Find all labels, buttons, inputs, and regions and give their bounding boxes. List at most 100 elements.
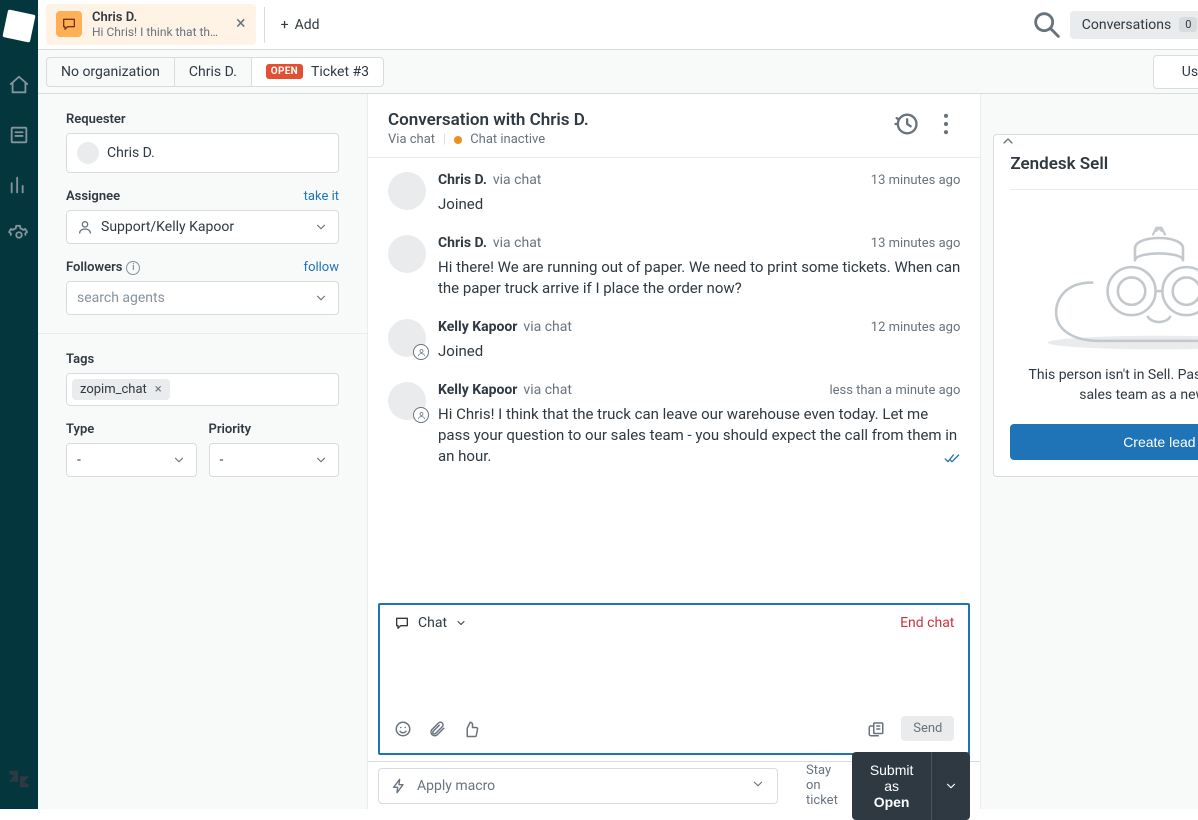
apps-panel: Zendesk Sell bbox=[981, 94, 1198, 809]
create-lead-button[interactable]: Create lead bbox=[1010, 424, 1198, 460]
tags-input[interactable]: zopim_chat × bbox=[66, 373, 339, 406]
message: Kelly Kapoor via chat less than a minute a… bbox=[388, 382, 960, 471]
chevron-down-icon bbox=[314, 453, 328, 467]
conversation-panel: Conversation with Chris D. Via chat | Ch… bbox=[368, 94, 981, 809]
status-dot-icon bbox=[454, 136, 462, 144]
message-time: 12 minutes ago bbox=[871, 320, 961, 335]
requester-input[interactable]: Chris D. bbox=[66, 133, 339, 173]
reporting-icon[interactable] bbox=[0, 166, 38, 204]
breadcrumb: No organization Chris D. OPEN Ticket #3 … bbox=[38, 50, 1198, 94]
chevron-down-icon bbox=[455, 617, 467, 629]
message-time: 13 minutes ago bbox=[871, 173, 961, 188]
submit-button-group: Submit as Open bbox=[852, 752, 971, 820]
message-text: Hi there! We are running out of paper. W… bbox=[438, 257, 960, 299]
zendesk-logo[interactable] bbox=[2, 9, 35, 42]
ticket-fields-panel: Requester Chris D. Assignee take it bbox=[38, 94, 368, 809]
take-it-link[interactable]: take it bbox=[304, 189, 339, 204]
followers-input[interactable]: search agents bbox=[66, 281, 339, 315]
chevron-down-icon bbox=[314, 291, 328, 305]
message-channel: via chat bbox=[523, 319, 572, 335]
reply-mode-select[interactable]: Chat bbox=[394, 615, 467, 631]
conversations-button[interactable]: Conversations 0 bbox=[1070, 11, 1198, 39]
toggle-user[interactable]: User bbox=[1154, 56, 1198, 88]
end-chat-button[interactable]: End chat bbox=[900, 615, 954, 631]
via-label: Via chat bbox=[388, 132, 435, 147]
message-channel: via chat bbox=[523, 382, 572, 398]
avatar bbox=[388, 235, 426, 273]
sell-title: Zendesk Sell bbox=[1010, 154, 1108, 174]
avatar bbox=[388, 319, 426, 357]
tag-remove-icon[interactable]: × bbox=[149, 382, 168, 397]
chat-icon bbox=[394, 615, 410, 631]
submit-button[interactable]: Submit as Open bbox=[852, 752, 932, 820]
tags-label: Tags bbox=[66, 352, 94, 367]
attachment-icon[interactable] bbox=[428, 720, 446, 738]
close-icon[interactable]: × bbox=[236, 15, 246, 33]
message: Kelly Kapoor via chat 12 minutes ago Joined bbox=[388, 319, 960, 362]
message: Chris D. via chat 13 minutes ago Hi there! … bbox=[388, 235, 960, 299]
apply-macro-button[interactable]: Apply macro bbox=[378, 768, 778, 804]
avatar bbox=[388, 382, 426, 420]
emoji-icon[interactable] bbox=[394, 720, 412, 738]
message-text: Hi Chris! I think that the truck can lea… bbox=[438, 404, 960, 467]
stay-on-ticket[interactable]: Stay on ticket bbox=[806, 763, 838, 808]
type-label: Type bbox=[66, 422, 94, 437]
message-text: Joined bbox=[438, 341, 960, 362]
breadcrumb-org[interactable]: No organization bbox=[46, 57, 174, 87]
thumbs-up-icon[interactable] bbox=[462, 720, 480, 738]
conversation-title: Conversation with Chris D. bbox=[388, 110, 589, 130]
message-author: Kelly Kapoor bbox=[438, 319, 517, 335]
info-icon[interactable]: i bbox=[126, 261, 140, 275]
add-tab-button[interactable]: + Add bbox=[267, 11, 334, 39]
breadcrumb-user[interactable]: Chris D. bbox=[174, 57, 251, 87]
views-icon[interactable] bbox=[0, 116, 38, 154]
message-author: Chris D. bbox=[438, 235, 487, 251]
avatar-icon bbox=[77, 142, 99, 164]
assignee-select[interactable]: Support/Kelly Kapoor bbox=[66, 210, 339, 244]
sell-illustration bbox=[1010, 190, 1198, 365]
message-time: less than a minute ago bbox=[829, 383, 960, 398]
knowledge-capture-icon[interactable] bbox=[867, 720, 885, 738]
sell-message: This person isn't in Sell. Pass them to … bbox=[1010, 365, 1198, 424]
home-icon[interactable] bbox=[0, 66, 38, 104]
chevron-down-icon bbox=[751, 777, 765, 791]
chat-icon bbox=[56, 11, 82, 37]
history-icon[interactable] bbox=[892, 110, 920, 138]
message-author: Kelly Kapoor bbox=[438, 382, 517, 398]
requester-label: Requester bbox=[66, 112, 126, 127]
chevron-down-icon bbox=[944, 779, 958, 793]
chevron-down-icon bbox=[314, 220, 328, 234]
priority-select[interactable]: - bbox=[209, 443, 340, 477]
send-button[interactable]: Send bbox=[901, 716, 954, 741]
agent-badge-icon bbox=[413, 407, 429, 423]
agent-badge-icon bbox=[413, 344, 429, 360]
tag-chip: zopim_chat × bbox=[72, 379, 170, 400]
message-channel: via chat bbox=[493, 235, 542, 251]
chevron-down-icon bbox=[172, 453, 186, 467]
submit-dropdown[interactable] bbox=[931, 752, 970, 820]
search-icon[interactable] bbox=[1030, 8, 1064, 42]
ticket-footer: Apply macro Stay on ticket Submit as Ope… bbox=[368, 761, 980, 809]
tab-subtitle: Hi Chris! I think that th… bbox=[92, 25, 218, 39]
ticket-tab[interactable]: Chris D. Hi Chris! I think that th… × bbox=[46, 4, 256, 46]
status-badge: OPEN bbox=[266, 64, 303, 79]
plus-icon: + bbox=[281, 17, 289, 33]
zendesk-sell-card: Zendesk Sell bbox=[993, 134, 1198, 477]
message-author: Chris D. bbox=[438, 172, 487, 188]
more-icon[interactable] bbox=[932, 110, 960, 138]
message-time: 13 minutes ago bbox=[871, 236, 961, 251]
read-receipt-icon bbox=[944, 450, 960, 471]
conversation-count: 0 bbox=[1179, 17, 1197, 32]
message: Chris D.via chat13 minutes agoJoined bbox=[388, 172, 960, 215]
message-channel: via chat bbox=[493, 172, 542, 188]
zendesk-products-icon[interactable] bbox=[7, 767, 31, 809]
composer-textarea[interactable] bbox=[380, 641, 968, 708]
avatar bbox=[388, 172, 426, 210]
assignee-label: Assignee bbox=[66, 189, 120, 204]
type-select[interactable]: - bbox=[66, 443, 197, 477]
collapse-icon[interactable] bbox=[997, 130, 1019, 152]
chat-status: Chat inactive bbox=[470, 132, 545, 147]
breadcrumb-ticket[interactable]: OPEN Ticket #3 bbox=[251, 57, 384, 87]
admin-icon[interactable] bbox=[0, 216, 38, 254]
follow-link[interactable]: follow bbox=[304, 260, 339, 275]
